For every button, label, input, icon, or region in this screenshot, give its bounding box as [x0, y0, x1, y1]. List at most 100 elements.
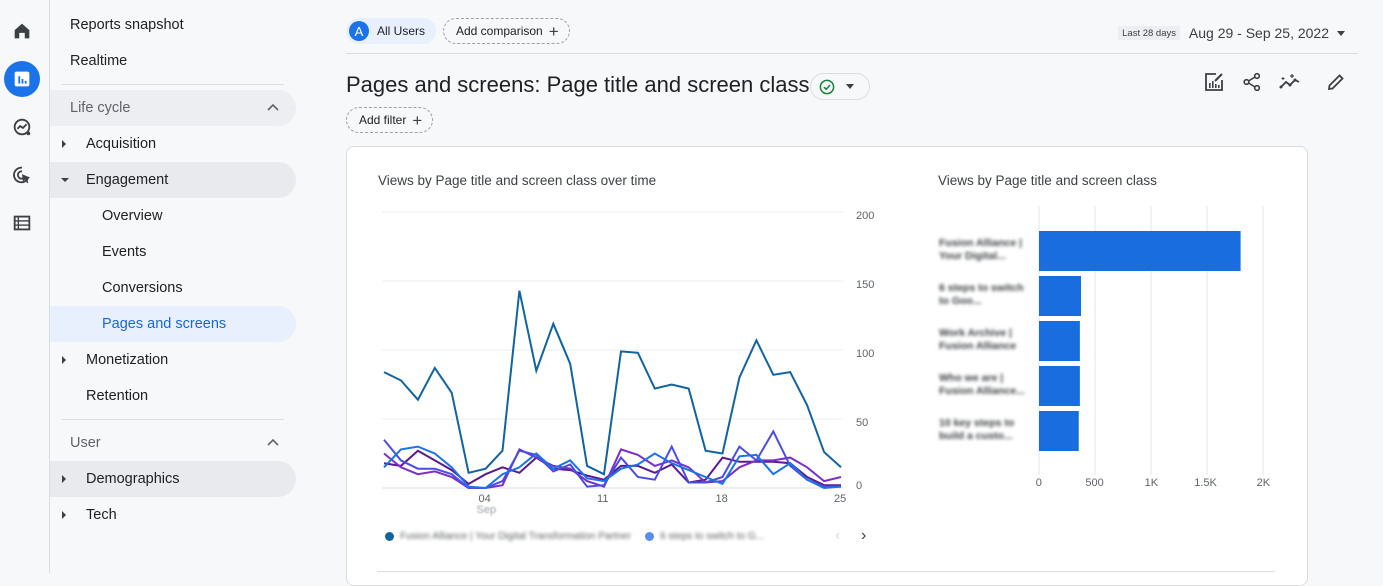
explore-trend-icon — [13, 118, 31, 136]
date-range-picker[interactable]: Aug 29 - Sep 25, 2022 — [1189, 25, 1345, 41]
bar[interactable] — [1039, 411, 1079, 451]
caret-right-icon — [62, 475, 66, 483]
bar-category-label: Work Archive | Fusion Alliance — [939, 327, 1017, 352]
bar-chart-icon — [14, 71, 30, 87]
legend-entry[interactable]: Fusion Alliance | Your Digital Transform… — [400, 531, 631, 542]
segment-label: All Users — [377, 24, 426, 38]
plus-icon: + — [412, 110, 423, 130]
nav-label: Engagement — [86, 172, 169, 188]
nav-label: Monetization — [86, 352, 169, 368]
caret-right-icon — [62, 140, 66, 148]
caret-down-icon — [61, 178, 69, 182]
add-comparison-label: Add comparison — [456, 24, 543, 38]
segment-chip-all-users[interactable]: A All Users — [346, 18, 437, 44]
insights-icon — [1279, 74, 1300, 89]
nav-label: Events — [102, 244, 147, 260]
nav-pages-and-screens[interactable]: Pages and screens — [50, 306, 296, 342]
bar-category-label: 6 steps to switch to Goo... — [939, 282, 1024, 307]
bar[interactable] — [1039, 276, 1081, 316]
header-divider — [346, 53, 1358, 54]
legend-entry[interactable]: 6 steps to switch to G... — [660, 531, 764, 542]
report-navigation: Reports snapshot Realtime Life cycle Acq… — [50, 0, 302, 573]
pencil-icon — [1327, 74, 1344, 91]
section-label: User — [70, 435, 101, 451]
nav-acquisition[interactable]: Acquisition — [50, 126, 296, 162]
card-divider — [377, 571, 1275, 572]
nav-label: Overview — [102, 208, 163, 224]
page-title: Pages and screens: Page title and screen… — [346, 72, 810, 97]
nav-label: Acquisition — [86, 136, 157, 152]
add-filter-label: Add filter — [359, 113, 407, 127]
bar[interactable] — [1039, 231, 1241, 271]
ads-cursor-icon — [13, 166, 31, 184]
add-comparison-button[interactable]: Add comparison + — [443, 18, 570, 44]
date-preset-badge: Last 28 days — [1118, 26, 1180, 40]
nav-label: Tech — [86, 507, 117, 523]
bar[interactable] — [1039, 366, 1080, 406]
caret-right-icon — [62, 511, 66, 519]
nav-section-user[interactable]: User — [50, 425, 296, 461]
plus-icon: + — [548, 21, 559, 41]
report-toolbar — [1202, 70, 1348, 94]
chevron-up-icon — [267, 438, 279, 446]
nav-label: Reports snapshot — [70, 17, 184, 33]
x-tick-label: 0 — [1035, 477, 1042, 489]
configure-button[interactable] — [4, 205, 40, 241]
x-tick-label: 1K — [1144, 477, 1159, 489]
explore-button[interactable] — [4, 109, 40, 145]
share-button[interactable] — [1240, 70, 1264, 94]
bar-chart — [1038, 206, 1264, 475]
bar[interactable] — [1039, 321, 1080, 361]
nav-reports-snapshot[interactable]: Reports snapshot — [50, 7, 296, 43]
nav-label: Demographics — [86, 471, 180, 487]
nav-divider — [62, 419, 284, 420]
dropdown-arrow-icon — [846, 84, 854, 89]
x-tick-label: 2K — [1256, 477, 1271, 489]
nav-engagement[interactable]: Engagement — [50, 162, 296, 198]
nav-label: Pages and screens — [102, 316, 227, 332]
home-button[interactable] — [4, 13, 40, 49]
nav-overview[interactable]: Overview — [50, 198, 296, 234]
nav-events[interactable]: Events — [50, 234, 296, 270]
line-chart-legend: Fusion Alliance | Your Digital Transform… — [385, 531, 764, 542]
nav-monetization[interactable]: Monetization — [50, 342, 296, 378]
legend-swatch — [385, 532, 394, 541]
chevron-up-icon — [267, 103, 279, 111]
caret-right-icon — [62, 356, 66, 364]
customize-report-button[interactable] — [1202, 70, 1226, 94]
nav-label: Realtime — [70, 53, 128, 69]
check-circle-icon — [819, 79, 835, 94]
report-status-dropdown[interactable] — [810, 73, 870, 100]
legend-next-button[interactable]: › — [861, 527, 866, 545]
x-tick-label: 1.5K — [1194, 477, 1217, 489]
nav-retention[interactable]: Retention — [50, 378, 296, 414]
home-icon — [14, 23, 30, 39]
bar-category-label: Who we are | Fusion Alliance... — [939, 372, 1025, 397]
date-range-label: Aug 29 - Sep 25, 2022 — [1188, 25, 1329, 41]
edit-button[interactable] — [1324, 70, 1348, 94]
bar-category-label: 10 key steps to build a custo... — [939, 417, 1015, 442]
list-icon — [13, 215, 31, 231]
nav-divider — [62, 84, 284, 85]
customize-report-icon — [1205, 73, 1223, 91]
segment-avatar: A — [349, 21, 369, 41]
reports-button[interactable] — [4, 61, 40, 97]
dropdown-arrow-icon — [1337, 30, 1345, 36]
nav-tech[interactable]: Tech — [50, 497, 296, 533]
left-rail — [0, 0, 50, 573]
nav-label: Conversions — [102, 280, 183, 296]
nav-conversions[interactable]: Conversions — [50, 270, 296, 306]
legend-prev-button[interactable]: ‹ — [835, 527, 840, 545]
add-filter-button[interactable]: Add filter + — [346, 107, 434, 133]
advertising-button[interactable] — [4, 157, 40, 193]
bar-category-label: Fusion Alliance | Your Digital... — [939, 237, 1023, 262]
top-bar: A All Users Add comparison + Last 28 day… — [346, 18, 1383, 44]
nav-demographics[interactable]: Demographics — [50, 461, 296, 497]
nav-label: Retention — [86, 388, 149, 404]
nav-realtime[interactable]: Realtime — [50, 43, 296, 79]
share-icon — [1243, 72, 1261, 92]
x-tick-label: 500 — [1085, 477, 1104, 489]
insights-button[interactable] — [1278, 70, 1302, 94]
nav-section-lifecycle[interactable]: Life cycle — [50, 90, 296, 126]
charts-card: Views by Page title and screen class ove… — [346, 146, 1308, 586]
